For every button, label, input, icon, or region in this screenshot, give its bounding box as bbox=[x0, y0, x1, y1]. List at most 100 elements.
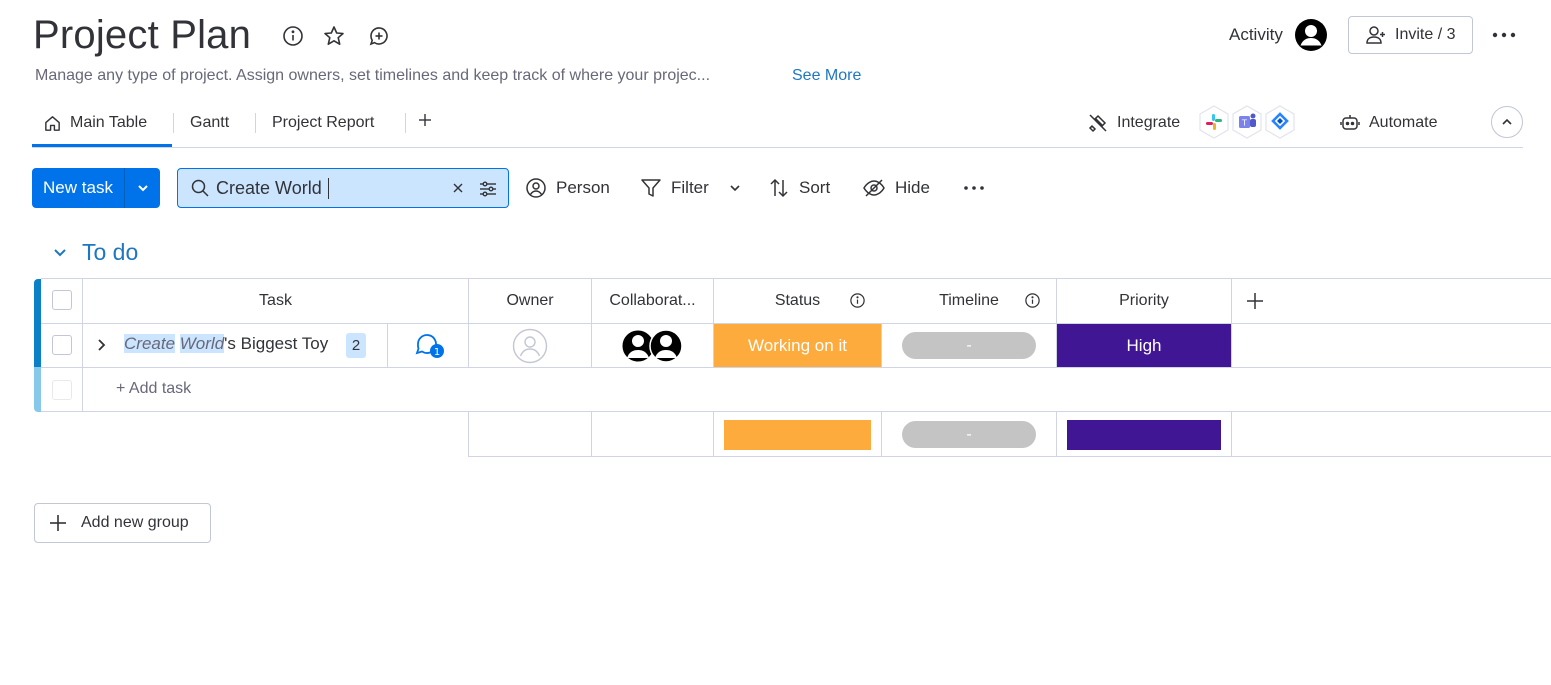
filter-dropdown-icon[interactable] bbox=[728, 181, 742, 195]
chevron-up-icon bbox=[1500, 115, 1514, 129]
collaborator-avatars-icon[interactable] bbox=[621, 328, 685, 364]
info-icon[interactable] bbox=[281, 24, 305, 48]
hide-button[interactable]: Hide bbox=[862, 176, 930, 200]
column-header-priority[interactable]: Priority bbox=[1057, 279, 1231, 323]
svg-text:T: T bbox=[1241, 119, 1247, 128]
integrate-button[interactable]: Integrate bbox=[1087, 111, 1180, 135]
board-title[interactable]: Project Plan bbox=[33, 12, 251, 58]
subitems-count-badge[interactable]: 2 bbox=[346, 333, 366, 358]
teams-icon: T bbox=[1230, 104, 1264, 140]
person-filter-button[interactable]: Person bbox=[525, 176, 610, 200]
timeline-cell[interactable]: - bbox=[902, 332, 1036, 359]
column-header-collaborators[interactable]: Collaborat... bbox=[592, 279, 713, 323]
tab-divider bbox=[173, 113, 174, 133]
column-divider bbox=[1056, 412, 1057, 457]
empty-owner-avatar-icon[interactable] bbox=[512, 328, 548, 364]
filter-button[interactable]: Filter bbox=[640, 176, 709, 200]
expand-subitems-icon[interactable] bbox=[93, 337, 109, 353]
automate-label: Automate bbox=[1369, 114, 1438, 131]
robot-icon bbox=[1339, 112, 1361, 134]
column-divider bbox=[468, 412, 469, 457]
search-icon bbox=[190, 178, 210, 198]
add-update-icon[interactable] bbox=[367, 24, 391, 48]
group-title[interactable]: To do bbox=[82, 239, 138, 266]
status-summary-bar[interactable] bbox=[724, 420, 871, 450]
column-divider bbox=[1231, 412, 1232, 457]
new-task-label[interactable]: New task bbox=[32, 168, 125, 208]
eye-off-icon bbox=[862, 177, 886, 199]
search-highlight: World bbox=[179, 334, 225, 353]
add-person-icon bbox=[1365, 24, 1387, 46]
filter-icon bbox=[640, 177, 662, 199]
svg-text:1: 1 bbox=[434, 347, 440, 358]
timeline-summary[interactable]: - bbox=[902, 421, 1036, 448]
text-cursor bbox=[328, 178, 329, 199]
status-info-icon[interactable] bbox=[849, 292, 866, 309]
more-toolbar-icon[interactable] bbox=[962, 178, 986, 198]
sort-button[interactable]: Sort bbox=[768, 176, 830, 200]
task-name[interactable]: Create World's Biggest Toy bbox=[124, 334, 328, 354]
row-checkbox[interactable] bbox=[52, 335, 72, 355]
column-divider bbox=[713, 412, 714, 457]
chevron-down-icon[interactable] bbox=[125, 168, 160, 208]
tab-label: Main Table bbox=[70, 114, 148, 131]
slack-icon bbox=[1197, 104, 1231, 140]
column-header-owner[interactable]: Owner bbox=[469, 279, 591, 323]
invite-button[interactable]: Invite / 3 bbox=[1348, 16, 1473, 54]
column-divider bbox=[881, 412, 882, 457]
collapse-header-button[interactable] bbox=[1491, 106, 1523, 138]
column-divider bbox=[591, 412, 592, 457]
star-icon[interactable] bbox=[322, 24, 346, 48]
activity-button[interactable]: Activity bbox=[1229, 25, 1283, 45]
timeline-info-icon[interactable] bbox=[1024, 292, 1041, 309]
add-new-group-label: Add new group bbox=[81, 514, 189, 531]
status-cell[interactable]: Working on it bbox=[714, 324, 881, 367]
home-icon bbox=[43, 114, 62, 133]
more-options-icon[interactable] bbox=[1490, 24, 1518, 46]
integrate-label: Integrate bbox=[1117, 114, 1181, 131]
add-task-checkbox bbox=[52, 380, 72, 400]
invite-label: Invite / 3 bbox=[1395, 26, 1456, 43]
priority-summary-bar[interactable] bbox=[1067, 420, 1221, 450]
table-border bbox=[469, 456, 1551, 457]
priority-cell[interactable]: High bbox=[1057, 324, 1231, 367]
search-options-icon[interactable] bbox=[478, 179, 498, 199]
automate-button[interactable]: Automate bbox=[1339, 111, 1437, 135]
person-circle-icon bbox=[525, 177, 547, 199]
add-view-icon[interactable] bbox=[417, 112, 433, 128]
collapse-group-icon[interactable] bbox=[50, 244, 70, 262]
column-header-task[interactable]: Task bbox=[83, 279, 468, 323]
hide-label: Hide bbox=[895, 178, 930, 197]
plus-icon bbox=[48, 513, 68, 533]
select-all-checkbox[interactable] bbox=[52, 290, 72, 310]
new-task-button[interactable]: New task bbox=[32, 168, 160, 208]
user-avatar-icon[interactable] bbox=[1295, 19, 1327, 51]
see-more-link[interactable]: See More bbox=[792, 67, 861, 85]
group-color-bar bbox=[34, 279, 41, 367]
search-highlight: Create bbox=[124, 334, 176, 353]
sort-label: Sort bbox=[799, 178, 831, 197]
sort-icon bbox=[768, 177, 790, 199]
tab-project-report[interactable]: Project Report bbox=[272, 111, 374, 135]
table-border bbox=[41, 367, 1551, 368]
add-column-icon[interactable] bbox=[1245, 291, 1265, 311]
add-new-group-button[interactable]: Add new group bbox=[34, 503, 211, 543]
filter-label: Filter bbox=[671, 178, 709, 197]
search-input[interactable]: Create World bbox=[177, 168, 509, 208]
person-label: Person bbox=[556, 178, 610, 197]
search-value[interactable]: Create World bbox=[216, 178, 322, 199]
integrate-plug-icon bbox=[1087, 112, 1109, 134]
integration-apps[interactable]: T bbox=[1197, 104, 1296, 140]
jira-icon bbox=[1263, 104, 1297, 140]
tabs-divider bbox=[32, 147, 1523, 148]
board-description: Manage any type of project. Assign owner… bbox=[35, 67, 711, 84]
table-border bbox=[41, 411, 1551, 412]
tab-gantt[interactable]: Gantt bbox=[190, 111, 229, 135]
add-task-input[interactable]: + Add task bbox=[116, 380, 191, 398]
updates-icon[interactable]: 1 bbox=[414, 332, 446, 360]
clear-search-icon[interactable] bbox=[451, 181, 465, 195]
tab-main-table[interactable]: Main Table bbox=[43, 111, 147, 135]
tab-divider bbox=[405, 113, 406, 133]
group-color-bar bbox=[34, 367, 41, 412]
tab-divider bbox=[255, 113, 256, 133]
